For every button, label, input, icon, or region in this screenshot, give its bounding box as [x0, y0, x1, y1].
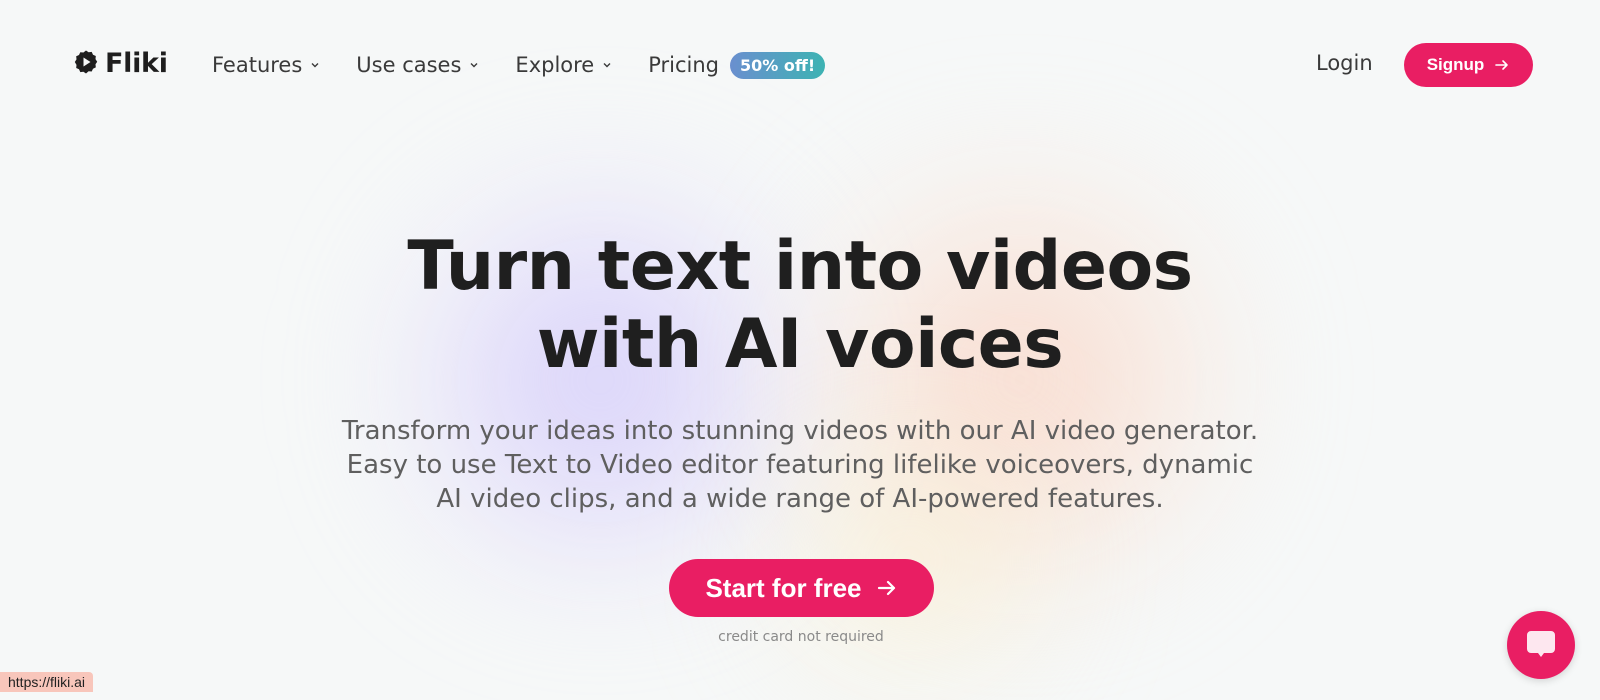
pricing-label: Pricing	[648, 53, 720, 77]
nav-item-pricing[interactable]: Pricing 50% off!	[648, 51, 826, 79]
signup-label: Signup	[1426, 55, 1485, 74]
hero-title: Turn text into videos with AI voices	[0, 228, 1600, 384]
arrow-right-icon	[877, 580, 895, 596]
nav-links: Features Use cases Explore Pricing 50% o…	[212, 48, 826, 82]
top-navigation: Fliki Features Use cases Explore Pricing…	[0, 0, 1600, 130]
chevron-down-icon	[470, 63, 478, 68]
nav-item-label: Explore	[515, 53, 595, 77]
play-gear-icon	[73, 49, 99, 79]
arrow-right-icon	[1495, 60, 1509, 70]
nav-item-explore[interactable]: Explore	[515, 53, 612, 77]
logo-link[interactable]: Fliki	[73, 48, 168, 79]
chat-bubble-icon	[1527, 631, 1555, 657]
chevron-down-icon	[311, 63, 319, 68]
cta-label: Start for free	[705, 572, 862, 603]
nav-item-label: Use cases	[356, 53, 462, 77]
status-bar-url: https://fliki.ai	[0, 672, 94, 692]
nav-item-label: Features	[212, 53, 303, 77]
brand-name: Fliki	[105, 48, 168, 79]
hero-title-line-1: Turn text into videos	[407, 227, 1193, 306]
chat-widget-button[interactable]	[1507, 611, 1575, 679]
hero-title-line-2: with AI voices	[536, 305, 1064, 384]
login-link[interactable]: Login	[1316, 51, 1373, 75]
credit-card-note: credit card not required	[718, 629, 884, 645]
start-for-free-button[interactable]: Start for free	[669, 559, 934, 617]
nav-item-features[interactable]: Features	[212, 53, 320, 77]
discount-badge: 50% off!	[730, 51, 826, 79]
nav-item-use-cases[interactable]: Use cases	[356, 53, 479, 77]
signup-button[interactable]: Signup	[1404, 43, 1533, 87]
chevron-down-icon	[603, 63, 611, 68]
hero-subtitle: Transform your ideas into stunning video…	[341, 416, 1259, 514]
